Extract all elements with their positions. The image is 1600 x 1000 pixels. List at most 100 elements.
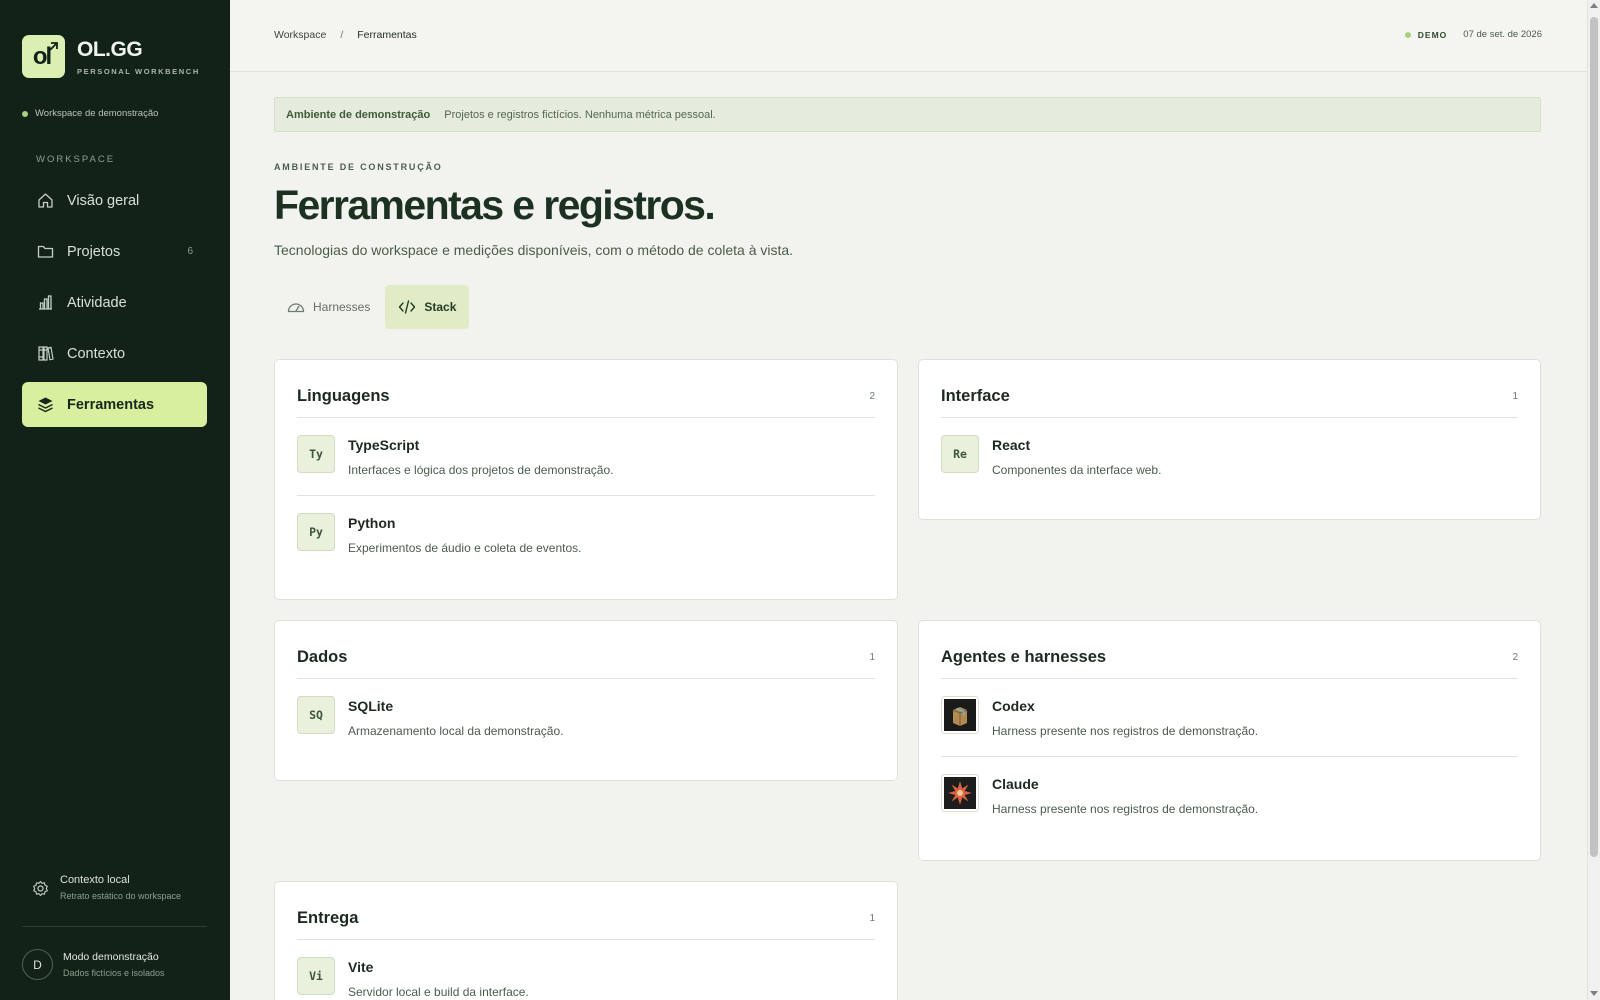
demo-badge-label: DEMO bbox=[1417, 29, 1448, 40]
card-count: 2 bbox=[869, 391, 875, 402]
user-mode-title: Modo demonstração bbox=[63, 951, 159, 963]
home-icon bbox=[36, 192, 54, 210]
sidebar-item-label: Atividade bbox=[67, 294, 127, 311]
demo-badge: DEMO bbox=[1404, 29, 1448, 40]
item-name: Codex bbox=[992, 698, 1035, 714]
projects-count: 6 bbox=[187, 246, 193, 257]
card-title: Dados bbox=[297, 648, 348, 666]
bar-chart-icon bbox=[36, 294, 54, 312]
avatar: D bbox=[22, 949, 53, 980]
scrollbar-thumb[interactable] bbox=[1590, 17, 1598, 857]
demo-banner: Ambiente de demonstração Projetos e regi… bbox=[274, 97, 1541, 132]
card-count: 1 bbox=[1512, 391, 1518, 402]
item-name: React bbox=[992, 437, 1031, 453]
list-item: SQ SQLite Armazenamento local da demonst… bbox=[297, 679, 875, 756]
topbar-status: DEMO 07 de set. de 2026 bbox=[1404, 29, 1542, 40]
sidebar-nav: Visão geral Projetos 6 Atividade Context… bbox=[22, 178, 207, 433]
tabs: Harnesses Stack bbox=[274, 285, 1541, 329]
sidebar-item-label: Projetos bbox=[67, 243, 121, 260]
card-agentes: Agentes e harnesses 2 Codex Harness pres… bbox=[918, 620, 1541, 861]
claude-icon bbox=[941, 774, 979, 812]
codex-icon bbox=[941, 696, 979, 734]
item-name: TypeScript bbox=[348, 437, 420, 453]
brand-tagline: PERSONAL WORKBENCH bbox=[77, 66, 200, 76]
list-item: Codex Harness presente nos registros de … bbox=[941, 679, 1518, 757]
list-item: Ty TypeScript Interfaces e lógica dos pr… bbox=[297, 418, 875, 496]
local-context-title: Contexto local bbox=[60, 874, 130, 886]
user-mode-subtitle: Dados fictícios e isolados bbox=[63, 968, 165, 978]
vite-badge: Vi bbox=[297, 957, 335, 995]
typescript-badge: Ty bbox=[297, 435, 335, 473]
current-date: 07 de set. de 2026 bbox=[1463, 29, 1542, 40]
card-title: Agentes e harnesses bbox=[941, 648, 1107, 666]
sidebar-item-label: Ferramentas bbox=[67, 396, 155, 413]
user-profile[interactable]: D Modo demonstração Dados fictícios e is… bbox=[22, 949, 165, 980]
breadcrumb-workspace[interactable]: Workspace bbox=[274, 29, 326, 41]
tab-label: Stack bbox=[424, 300, 457, 314]
brand-name: OL.GG bbox=[77, 37, 143, 61]
card-linguagens: Linguagens 2 Ty TypeScript Interfaces e … bbox=[274, 359, 898, 600]
item-name: Python bbox=[348, 515, 396, 531]
banner-label: Ambiente de demonstração bbox=[286, 108, 431, 121]
card-count: 1 bbox=[869, 652, 875, 663]
sidebar-item-ferramentas[interactable]: Ferramentas bbox=[22, 382, 207, 427]
nav-heading: WORKSPACE bbox=[36, 154, 116, 165]
item-description: Experimentos de áudio e coleta de evento… bbox=[348, 541, 582, 555]
topbar: Workspace / Ferramentas DEMO 07 de set. … bbox=[230, 0, 1587, 72]
item-description: Interfaces e lógica dos projetos de demo… bbox=[348, 463, 614, 477]
item-description: Armazenamento local da demonstração. bbox=[348, 724, 564, 738]
card-count: 2 bbox=[1512, 652, 1518, 663]
list-item: Claude Harness presente nos registros de… bbox=[941, 757, 1518, 834]
list-item: Vi Vite Servidor local e build da interf… bbox=[297, 940, 875, 1000]
sidebar-item-atividade[interactable]: Atividade bbox=[22, 280, 207, 325]
item-name: SQLite bbox=[348, 698, 394, 714]
brand[interactable]: ol OL.GG PERSONAL WORKBENCH bbox=[22, 35, 200, 78]
sidebar-item-label: Visão geral bbox=[67, 192, 140, 209]
page-eyebrow: AMBIENTE DE CONSTRUÇÃO bbox=[274, 162, 443, 172]
layers-icon bbox=[36, 396, 54, 414]
breadcrumb-separator: / bbox=[340, 29, 344, 41]
card-dados: Dados 1 SQ SQLite Armazenamento local da… bbox=[274, 620, 898, 781]
card-count: 1 bbox=[869, 913, 875, 924]
item-name: Vite bbox=[348, 959, 374, 975]
item-description: Harness presente nos registros de demons… bbox=[992, 724, 1259, 738]
sidebar-divider bbox=[22, 926, 207, 927]
scrollbar[interactable] bbox=[1587, 0, 1600, 1000]
scroll-up-icon[interactable] bbox=[1590, 3, 1598, 8]
sidebar-item-projetos[interactable]: Projetos 6 bbox=[22, 229, 207, 274]
item-description: Harness presente nos registros de demons… bbox=[992, 802, 1259, 816]
banner-text: Projetos e registros fictícios. Nenhuma … bbox=[444, 108, 716, 121]
scroll-down-icon[interactable] bbox=[1590, 991, 1598, 996]
sqlite-badge: SQ bbox=[297, 696, 335, 734]
card-entrega: Entrega 1 Vi Vite Servidor local e build… bbox=[274, 881, 898, 1000]
breadcrumb-current: Ferramentas bbox=[357, 29, 417, 41]
page-title: Ferramentas e registros. bbox=[274, 182, 716, 228]
list-item: Re React Componentes da interface web. bbox=[941, 418, 1518, 495]
arrow-up-right-icon bbox=[48, 42, 58, 52]
books-icon bbox=[36, 345, 54, 363]
python-badge: Py bbox=[297, 513, 335, 551]
item-name: Claude bbox=[992, 776, 1039, 792]
gauge-icon bbox=[287, 298, 305, 316]
main-content: Ambiente de demonstração Projetos e regi… bbox=[274, 97, 1541, 329]
tab-label: Harnesses bbox=[313, 300, 371, 314]
sidebar-item-contexto[interactable]: Contexto bbox=[22, 331, 207, 376]
page-subtitle: Tecnologias do workspace e medições disp… bbox=[274, 242, 794, 258]
list-item: Py Python Experimentos de áudio e coleta… bbox=[297, 496, 875, 573]
tab-harnesses[interactable]: Harnesses bbox=[274, 285, 383, 329]
breadcrumb: Workspace / Ferramentas bbox=[274, 29, 417, 41]
card-interface: Interface 1 Re React Componentes da inte… bbox=[918, 359, 1541, 520]
local-context[interactable]: Contexto local Retrato estático do works… bbox=[32, 874, 181, 901]
local-context-subtitle: Retrato estático do workspace bbox=[60, 891, 182, 901]
tab-stack[interactable]: Stack bbox=[385, 285, 470, 329]
folder-icon bbox=[36, 243, 54, 261]
status-dot bbox=[1404, 31, 1411, 38]
logo: ol bbox=[22, 35, 65, 78]
workspace-status-label: Workspace de demonstração bbox=[35, 108, 159, 119]
status-dot bbox=[22, 110, 28, 117]
card-title: Entrega bbox=[297, 909, 359, 927]
react-badge: Re bbox=[941, 435, 979, 473]
sidebar-item-visao-geral[interactable]: Visão geral bbox=[22, 178, 207, 223]
sidebar-item-label: Contexto bbox=[67, 345, 126, 362]
workspace-status: Workspace de demonstração bbox=[22, 108, 158, 119]
